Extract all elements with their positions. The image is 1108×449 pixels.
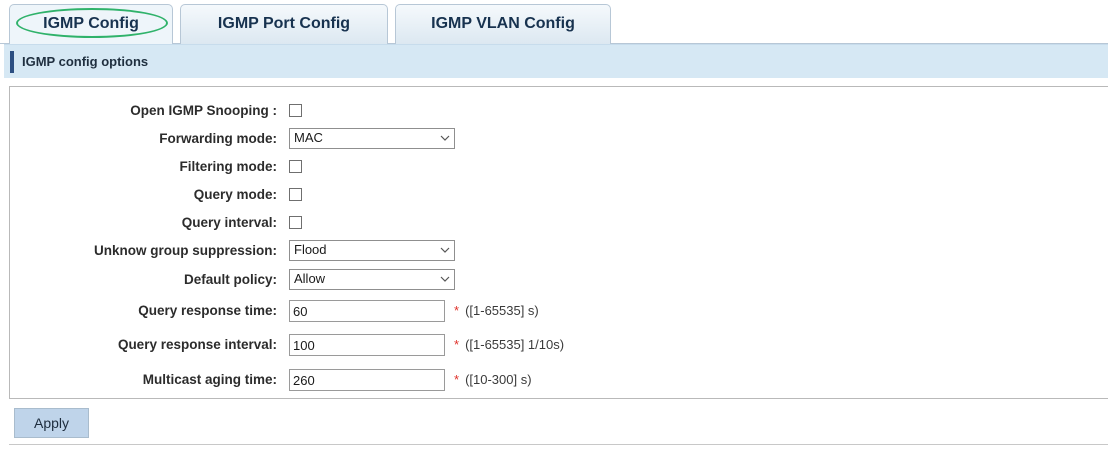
- bottom-divider: [9, 444, 1108, 445]
- unknow-group-suppression-value: Flood: [294, 242, 327, 257]
- chevron-down-icon: [440, 247, 450, 253]
- forwarding-mode-label: Forwarding mode:: [159, 131, 277, 146]
- query-response-time-input[interactable]: [289, 300, 445, 322]
- query-response-interval-hint: * ([1-65535] 1/10s): [454, 333, 564, 357]
- required-star: *: [454, 372, 460, 387]
- row-query-response-time: Query response time: * ([1-65535] s): [10, 299, 1010, 323]
- query-response-time-range: ([1-65535] s): [465, 303, 539, 318]
- required-star: *: [454, 303, 460, 318]
- unknow-group-suppression-label: Unknow group suppression:: [93, 243, 277, 258]
- multicast-aging-time-range: ([10-300] s): [465, 372, 532, 387]
- row-filtering-mode: Filtering mode:: [10, 155, 1010, 179]
- row-forwarding-mode: Forwarding mode: MAC: [10, 127, 1010, 151]
- tab-igmp-port-config[interactable]: IGMP Port Config: [180, 4, 388, 44]
- filtering-mode-label: Filtering mode:: [179, 159, 278, 174]
- section-header: IGMP config options: [4, 44, 1108, 78]
- query-response-interval-label: Query response interval:: [117, 337, 277, 352]
- row-multicast-aging-time: Multicast aging time: * ([10-300] s): [10, 368, 1010, 392]
- tab-bar: IGMP Config IGMP Port Config IGMP VLAN C…: [0, 0, 1108, 45]
- open-igmp-snooping-label: Open IGMP Snooping :: [130, 103, 277, 118]
- query-mode-label: Query mode:: [193, 187, 277, 202]
- tab-igmp-vlan-config[interactable]: IGMP VLAN Config: [395, 4, 611, 44]
- section-title: IGMP config options: [22, 54, 149, 69]
- multicast-aging-time-label: Multicast aging time:: [142, 372, 277, 387]
- query-response-time-label: Query response time:: [138, 303, 277, 318]
- multicast-aging-time-hint: * ([10-300] s): [454, 368, 532, 392]
- default-policy-value: Allow: [294, 271, 326, 286]
- open-igmp-snooping-checkbox[interactable]: [289, 104, 302, 117]
- apply-button[interactable]: Apply: [14, 408, 89, 438]
- chevron-down-icon: [440, 276, 450, 282]
- row-query-mode: Query mode:: [10, 183, 1010, 207]
- query-response-interval-range: ([1-65535] 1/10s): [465, 337, 565, 352]
- forwarding-mode-select[interactable]: MAC: [289, 128, 455, 149]
- section-header-accent: [10, 51, 14, 73]
- forwarding-mode-value: MAC: [294, 130, 323, 145]
- default-policy-label: Default policy:: [183, 272, 277, 287]
- row-default-policy: Default policy: Allow: [10, 268, 1010, 292]
- tab-igmp-config[interactable]: IGMP Config: [9, 4, 173, 45]
- row-open-igmp-snooping: Open IGMP Snooping :: [10, 99, 1010, 123]
- tab-igmp-vlan-config-label: IGMP VLAN Config: [431, 15, 575, 32]
- tab-igmp-port-config-label: IGMP Port Config: [217, 15, 351, 32]
- default-policy-select[interactable]: Allow: [289, 269, 455, 290]
- query-interval-label: Query interval:: [181, 215, 277, 230]
- row-query-interval: Query interval:: [10, 211, 1010, 235]
- multicast-aging-time-input[interactable]: [289, 369, 445, 391]
- query-response-interval-input[interactable]: [289, 334, 445, 356]
- row-unknow-group-suppression: Unknow group suppression: Flood: [10, 239, 1010, 263]
- query-mode-checkbox[interactable]: [289, 188, 302, 201]
- row-query-response-interval: Query response interval: * ([1-65535] 1/1…: [10, 333, 1010, 357]
- required-star: *: [454, 337, 460, 352]
- chevron-down-icon: [440, 135, 450, 141]
- filtering-mode-checkbox[interactable]: [289, 160, 302, 173]
- igmp-config-form: Open IGMP Snooping : Forwarding mode: MA…: [9, 86, 1108, 399]
- query-response-time-hint: * ([1-65535] s): [454, 299, 539, 323]
- tab-igmp-config-label: IGMP Config: [43, 15, 139, 32]
- query-interval-checkbox[interactable]: [289, 216, 302, 229]
- unknow-group-suppression-select[interactable]: Flood: [289, 240, 455, 261]
